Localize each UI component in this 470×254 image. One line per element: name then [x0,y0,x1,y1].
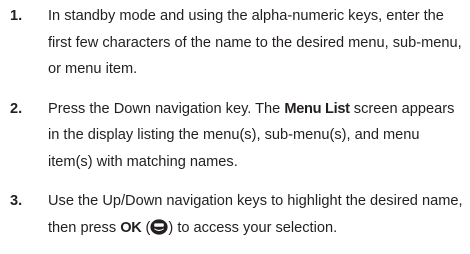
ok-key-icon [150,218,169,235]
step-text-after: ) to access your selection. [168,219,338,236]
instruction-steps: 1. In standby mode and using the alpha-n… [6,3,468,254]
step-1: 1. In standby mode and using the alpha-n… [6,3,468,83]
step-number: 2. [10,100,23,117]
menu-list-label: Menu List [284,100,350,117]
paren-open: ( [141,219,151,236]
step-number: 1. [10,8,23,24]
step-text: In standby mode and using the alpha-nume… [48,8,462,77]
step-number: 3. [10,193,23,209]
step-text-before: Press the Down navigation key. The [48,100,285,117]
step-3: 3. Use the Up/Down navigation keys to hi… [6,188,468,241]
step-2: 2. Press the Down navigation key. The Me… [6,96,468,176]
ok-key-label: OK [120,219,142,236]
